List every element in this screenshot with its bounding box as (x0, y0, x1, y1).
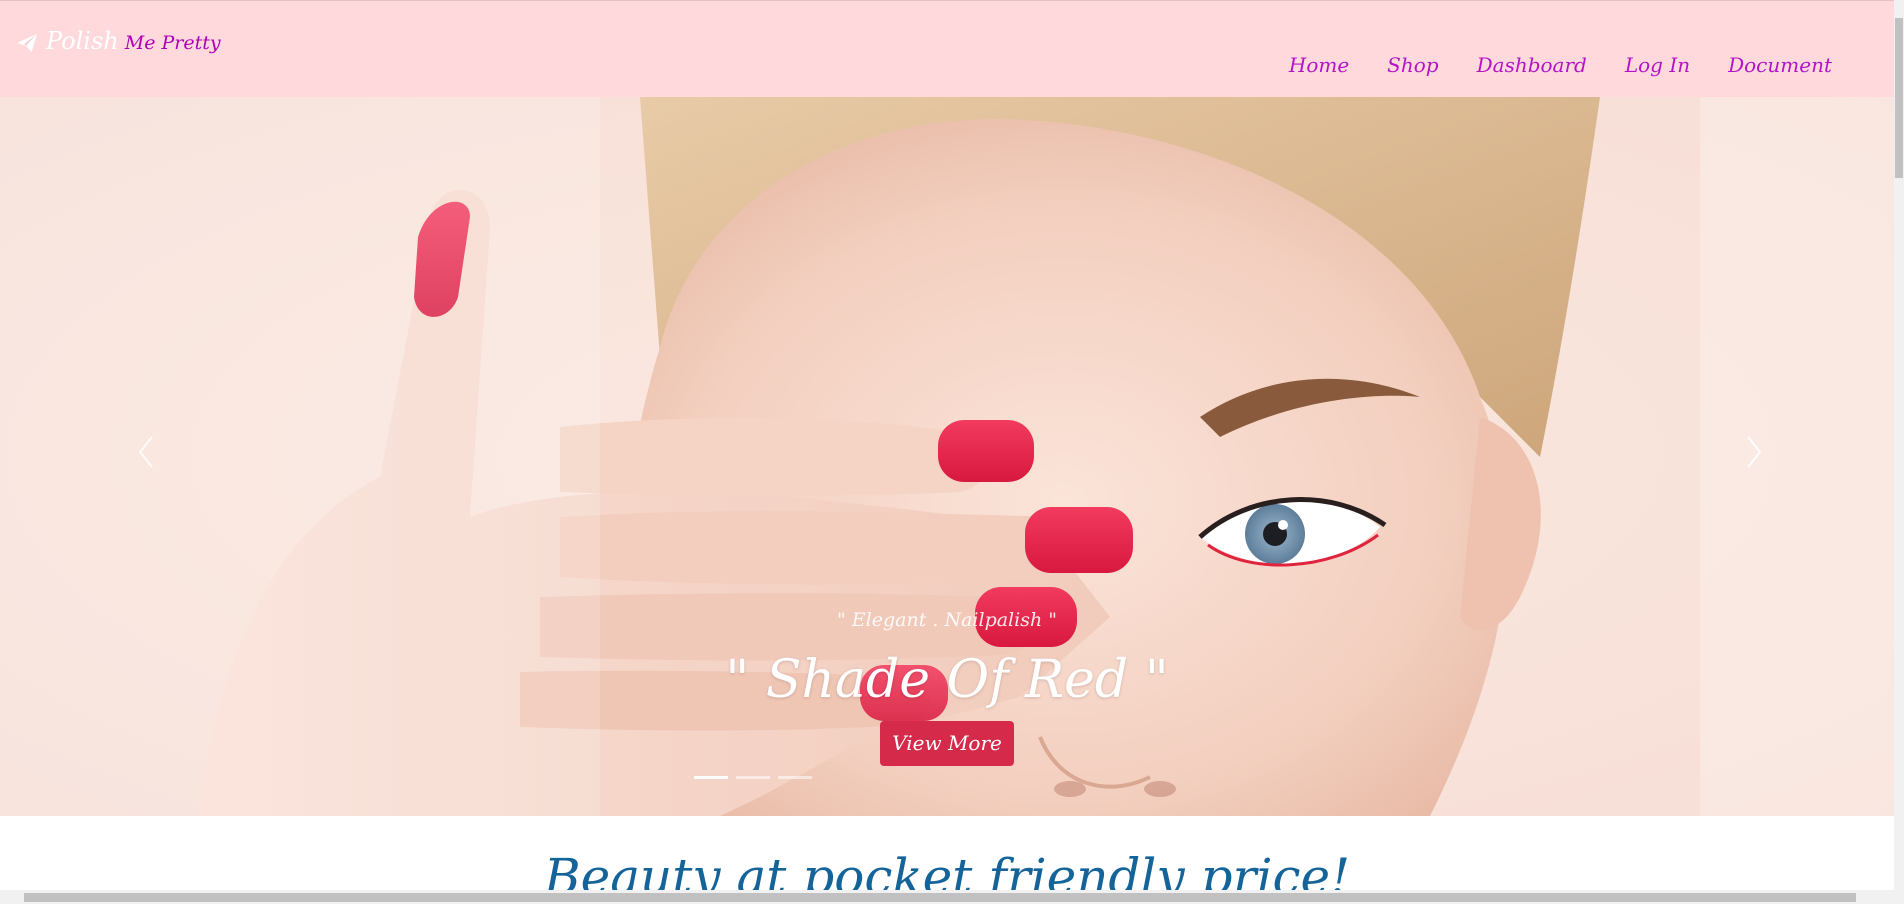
brand[interactable]: Polish Me Pretty (16, 27, 221, 55)
page: Polish Me Pretty Home Shop Dashboard Log… (0, 0, 1904, 904)
main-nav: Home Shop Dashboard Log In Document (1251, 53, 1832, 77)
slide-subtitle: " Elegant . Nailpalish " (837, 609, 1057, 631)
nav-shop[interactable]: Shop (1387, 53, 1438, 77)
chevron-left-icon (138, 436, 153, 468)
carousel-indicators (694, 776, 812, 779)
slide-title: " Shade Of Red " (725, 650, 1169, 710)
carousel-prev-button[interactable] (126, 427, 166, 477)
nav-home[interactable]: Home (1289, 53, 1349, 77)
chevron-right-icon (1747, 436, 1762, 468)
horizontal-scrollbar[interactable] (0, 890, 1894, 904)
nav-dashboard[interactable]: Dashboard (1477, 53, 1587, 77)
carousel-indicator-3[interactable] (778, 776, 812, 779)
vertical-scrollbar-thumb[interactable] (1895, 18, 1903, 178)
carousel-next-button[interactable] (1734, 427, 1774, 477)
nav-document[interactable]: Document (1728, 53, 1832, 77)
view-more-button[interactable]: View More (880, 721, 1014, 766)
navbar: Polish Me Pretty Home Shop Dashboard Log… (0, 0, 1894, 97)
horizontal-scrollbar-thumb[interactable] (24, 893, 1856, 902)
brand-name: Polish (46, 27, 119, 55)
brand-tagline: Me Pretty (124, 32, 221, 54)
vertical-scrollbar[interactable] (1894, 0, 1904, 904)
carousel-indicator-2[interactable] (736, 776, 770, 779)
paper-plane-icon (17, 33, 37, 53)
hero-carousel: " Elegant . Nailpalish " " Shade Of Red … (0, 97, 1894, 816)
carousel-indicator-1[interactable] (694, 776, 728, 779)
nav-login[interactable]: Log In (1625, 53, 1690, 77)
